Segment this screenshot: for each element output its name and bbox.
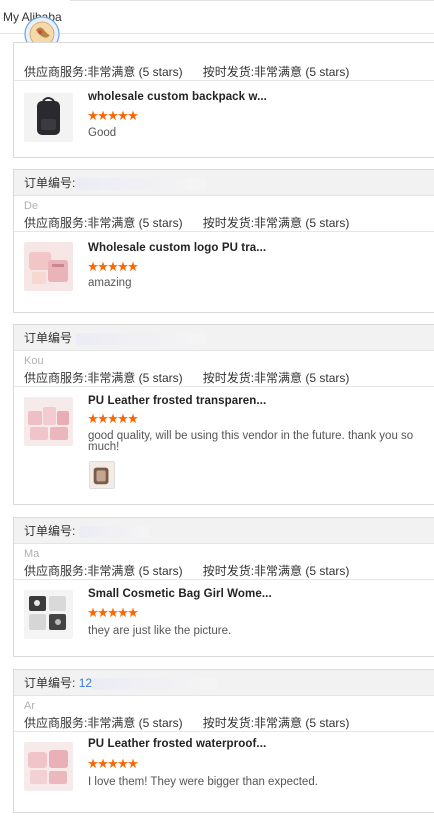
rating-summary: 供应商服务:非常满意 (5 stars) 按时发货:非常满意 (5 stars) bbox=[14, 714, 434, 732]
on-time-rating: 按时发货:非常满意 (5 stars) bbox=[202, 371, 350, 385]
product-title[interactable]: PU Leather frosted waterproof... bbox=[88, 738, 266, 750]
order-number-label: 订单编号 bbox=[24, 331, 73, 345]
rating-summary: 供应商服务:非常满意 (5 stars) 按时发货:非常满意 (5 stars) bbox=[14, 562, 434, 580]
star-rating bbox=[88, 110, 138, 122]
star-rating bbox=[88, 261, 138, 273]
redacted-order-number bbox=[79, 525, 150, 538]
on-time-rating: 按时发货:非常满意 (5 stars) bbox=[202, 65, 350, 79]
product-title[interactable]: Small Cosmetic Bag Girl Wome... bbox=[88, 588, 272, 600]
order-number-link[interactable]: 12 bbox=[79, 676, 92, 690]
product-title[interactable]: PU Leather frosted transparen... bbox=[88, 395, 266, 407]
star-rating bbox=[88, 413, 138, 425]
cosmetic-bag-grid-thumbnail[interactable] bbox=[24, 590, 73, 639]
star-icon bbox=[108, 110, 118, 121]
review-photo-thumbnail[interactable] bbox=[89, 461, 115, 489]
star-rating bbox=[88, 758, 138, 770]
supplier-service-rating: 供应商服务:非常满意 (5 stars) bbox=[24, 216, 183, 230]
review-card-1: 供应商服务:非常满意 (5 stars) 按时发货:非常满意 (5 stars) … bbox=[13, 42, 434, 158]
product-title[interactable]: wholesale custom backpack w... bbox=[88, 91, 267, 103]
pink-cosmetic-bag-thumbnail[interactable] bbox=[24, 242, 73, 291]
buyer-name: Kou bbox=[24, 355, 44, 367]
supplier-service-rating: 供应商服务:非常满意 (5 stars) bbox=[24, 65, 183, 79]
review-item: PU Leather frosted transparen... good qu… bbox=[14, 387, 434, 499]
star-icon bbox=[108, 758, 118, 769]
backpack-thumbnail[interactable] bbox=[24, 93, 73, 142]
review-card-4: 订单编号: Ma 供应商服务:非常满意 (5 stars) 按时发货:非常满意 (… bbox=[13, 517, 434, 657]
buyer-name: Ar bbox=[24, 700, 35, 712]
supplier-service-rating: 供应商服务:非常满意 (5 stars) bbox=[24, 716, 183, 730]
order-header: 订单编号 bbox=[14, 325, 434, 351]
review-text: Good bbox=[88, 127, 117, 139]
review-item: PU Leather frosted waterproof... I love … bbox=[14, 732, 434, 806]
review-text: they are just like the picture. bbox=[88, 625, 232, 637]
product-title[interactable]: Wholesale custom logo PU tra... bbox=[88, 242, 266, 254]
supplier-service-rating: 供应商服务:非常满意 (5 stars) bbox=[24, 371, 183, 385]
star-icon bbox=[128, 261, 138, 272]
order-header: 订单编号: bbox=[14, 518, 434, 544]
on-time-rating: 按时发货:非常满意 (5 stars) bbox=[202, 716, 350, 730]
star-icon bbox=[88, 758, 98, 769]
review-item: Small Cosmetic Bag Girl Wome... they are… bbox=[14, 580, 434, 652]
review-card-3: 订单编号 Kou 供应商服务:非常满意 (5 stars) 按时发货:非常满意 (… bbox=[13, 324, 434, 505]
rating-summary: 供应商服务:非常满意 (5 stars) 按时发货:非常满意 (5 stars) bbox=[14, 369, 434, 387]
star-icon bbox=[98, 261, 108, 272]
on-time-rating: 按时发货:非常满意 (5 stars) bbox=[202, 564, 350, 578]
review-card-5: 订单编号: 12 Ar 供应商服务:非常满意 (5 stars) 按时发货:非常满… bbox=[13, 669, 434, 813]
star-icon bbox=[128, 758, 138, 769]
rating-summary: 供应商服务:非常满意 (5 stars) 按时发货:非常满意 (5 stars) bbox=[14, 63, 434, 81]
star-icon bbox=[98, 607, 108, 618]
star-icon bbox=[118, 758, 128, 769]
order-number-label: 订单编号: bbox=[24, 676, 76, 690]
star-icon bbox=[118, 607, 128, 618]
star-icon bbox=[98, 758, 108, 769]
redacted-order-number bbox=[92, 677, 218, 690]
buyer-name: De bbox=[24, 200, 39, 212]
order-header: 订单编号: 12 bbox=[14, 670, 434, 696]
star-icon bbox=[88, 110, 98, 121]
review-item: wholesale custom backpack w... Good bbox=[14, 81, 434, 157]
review-text: good quality, will be using this vendor … bbox=[88, 430, 414, 453]
star-icon bbox=[98, 413, 108, 424]
review-card-2: 订单编号: De 供应商服务:非常满意 (5 stars) 按时发货:非常满意 (… bbox=[13, 169, 434, 313]
star-icon bbox=[98, 110, 108, 121]
buyer-name: Ma bbox=[24, 548, 40, 560]
star-icon bbox=[108, 607, 118, 618]
rating-summary: 供应商服务:非常满意 (5 stars) 按时发货:非常满意 (5 stars) bbox=[14, 214, 434, 232]
order-number-label: 订单编号: bbox=[24, 524, 76, 538]
redacted-order-number bbox=[75, 177, 206, 190]
star-icon bbox=[108, 261, 118, 272]
star-icon bbox=[108, 413, 118, 424]
pink-cosmetic-bag-set-thumbnail[interactable] bbox=[24, 397, 73, 446]
star-icon bbox=[118, 413, 128, 424]
divider bbox=[70, 0, 434, 1]
order-number-label: 订单编号: bbox=[24, 176, 76, 190]
review-text: amazing bbox=[88, 277, 132, 289]
star-rating bbox=[88, 607, 138, 619]
buyer-name bbox=[14, 43, 434, 63]
star-icon bbox=[128, 110, 138, 121]
star-icon bbox=[88, 413, 98, 424]
redacted-order-number bbox=[76, 332, 207, 345]
star-icon bbox=[128, 413, 138, 424]
star-icon bbox=[118, 110, 128, 121]
star-icon bbox=[118, 261, 128, 272]
pink-waterproof-bag-thumbnail[interactable] bbox=[24, 742, 73, 791]
star-icon bbox=[88, 261, 98, 272]
review-text: I love them! They were bigger than expec… bbox=[88, 776, 318, 788]
star-icon bbox=[128, 607, 138, 618]
on-time-rating: 按时发货:非常满意 (5 stars) bbox=[202, 216, 350, 230]
review-item: Wholesale custom logo PU tra... amazing bbox=[14, 232, 434, 306]
star-icon bbox=[88, 607, 98, 618]
supplier-service-rating: 供应商服务:非常满意 (5 stars) bbox=[24, 564, 183, 578]
order-header: 订单编号: bbox=[14, 170, 434, 196]
